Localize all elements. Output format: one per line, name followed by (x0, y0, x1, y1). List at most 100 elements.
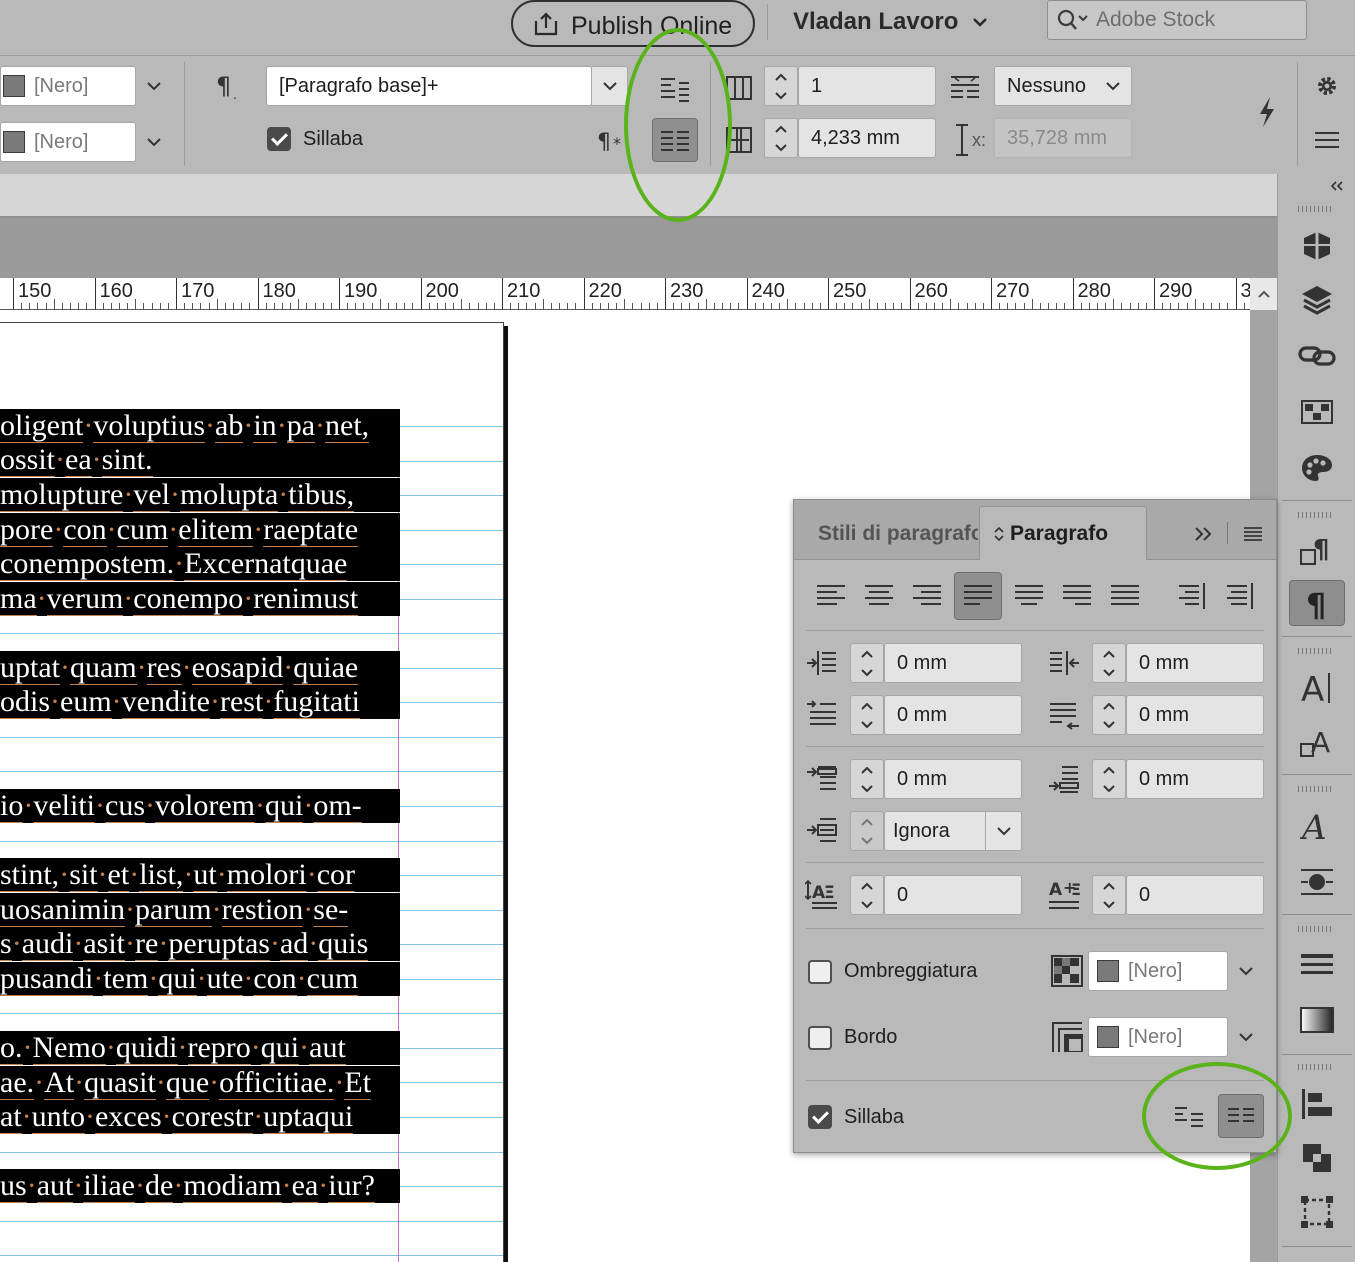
align-away-spine-icon[interactable] (1222, 576, 1256, 616)
paragraph-style-dropdown[interactable] (592, 66, 628, 106)
text-line[interactable]: io·veliti·cus·volorem·qui·om- (0, 789, 400, 823)
text-line[interactable]: at·unto·exces·corestr·uptaqui (0, 1100, 400, 1134)
text-wrap-icon[interactable] (1295, 862, 1339, 902)
horizontal-ruler[interactable]: 150 160 170 180 190 200 210 220 230 240 250 260 270 2… (0, 278, 1250, 310)
shading-color-dropdown[interactable] (1228, 951, 1264, 991)
swatches-icon[interactable] (1295, 392, 1339, 432)
stroke-icon[interactable] (1295, 946, 1339, 986)
align-to-grid-select[interactable]: Ignora (884, 811, 1022, 851)
dock-grip[interactable] (1298, 1064, 1334, 1070)
paragraph-style-field[interactable]: [Paragrafo base]+ (266, 66, 592, 106)
gear-icon[interactable] (1310, 68, 1344, 104)
drop-cap-chars-stepper[interactable] (1092, 875, 1126, 915)
text-line[interactable]: ossit·ea·sint. (0, 443, 400, 477)
text-line[interactable]: ma·verum·conempo·renimust (0, 582, 400, 616)
columns-input[interactable]: 1 (798, 66, 936, 106)
justify-all-icon[interactable] (1108, 576, 1142, 616)
right-indent-input[interactable]: 0 mm (1126, 643, 1264, 683)
align-center-icon[interactable] (862, 576, 896, 616)
gutter-input[interactable]: 4,233 mm (798, 118, 936, 158)
text-line[interactable]: molupture·vel·molupta·tibus, (0, 478, 400, 512)
drop-cap-lines-stepper[interactable] (850, 875, 884, 915)
paragraph-styles-icon[interactable]: ¶ (1295, 530, 1339, 570)
justify-left-icon[interactable] (954, 572, 1002, 620)
left-indent-stepper[interactable] (850, 643, 884, 683)
first-line-indent-input[interactable]: 0 mm (884, 695, 1022, 735)
glyphs-icon[interactable]: A (1295, 806, 1339, 846)
stroke-color-field[interactable]: [Nero] (0, 122, 136, 162)
align-towards-spine-icon[interactable] (1174, 576, 1208, 616)
transform-icon[interactable] (1295, 1192, 1339, 1232)
border-settings-icon[interactable] (1050, 1020, 1084, 1054)
columns-stepper[interactable] (764, 66, 798, 106)
expand-panel-icon[interactable] (1190, 520, 1216, 548)
quick-apply-icon[interactable] (1250, 92, 1284, 132)
justify-right-icon[interactable] (1060, 576, 1094, 616)
dock-grip[interactable] (1298, 206, 1334, 212)
text-line[interactable]: conempostem.·Excernatquae (0, 547, 400, 581)
text-line[interactable]: odis·eum·vendite·rest·fugitati (0, 685, 400, 719)
panel-hyphenate-checkbox[interactable] (808, 1105, 832, 1129)
panel-options-menu-icon[interactable] (1240, 520, 1266, 548)
pages-icon[interactable] (1295, 226, 1339, 266)
fill-color-field[interactable]: [Nero] (0, 66, 136, 106)
hyphenate-checkbox[interactable] (267, 127, 291, 151)
color-palette-icon[interactable] (1295, 448, 1339, 488)
align-left-icon[interactable] (814, 576, 848, 616)
text-line[interactable]: pusandi·tem·qui·ute·con·cum (0, 962, 400, 996)
border-color-field[interactable]: [Nero] (1088, 1017, 1228, 1057)
collapse-dock-icon[interactable] (1324, 176, 1350, 196)
text-line[interactable]: pore·con·cum·elitem·raeptate (0, 513, 400, 547)
paragraph-icon[interactable]: ¶ (1289, 580, 1345, 626)
space-after-input[interactable]: 0 mm (1126, 759, 1264, 799)
text-line[interactable]: ae.·At·quasit·que·officitiae.·Et (0, 1066, 400, 1100)
fill-color-dropdown[interactable] (136, 66, 172, 106)
align-right-icon[interactable] (910, 576, 944, 616)
stroke-color-dropdown[interactable] (136, 122, 172, 162)
border-color-dropdown[interactable] (1228, 1017, 1264, 1057)
drop-cap-lines-input[interactable]: 0 (884, 875, 1022, 915)
character-styles-icon[interactable]: A (1295, 722, 1339, 762)
text-line[interactable]: stint,·sit·et·list,·ut·molori·cor (0, 858, 400, 892)
shading-settings-icon[interactable] (1050, 954, 1084, 988)
text-line[interactable]: us·aut·iliae·de·modiam·ea·iur? (0, 1169, 400, 1203)
first-line-indent-stepper[interactable] (850, 695, 884, 735)
justify-center-icon[interactable] (1012, 576, 1046, 616)
text-line[interactable]: s·audi·asit·re·peruptas·ad·quis (0, 927, 400, 961)
stock-search-input[interactable]: Adobe Stock (1047, 0, 1307, 40)
text-line[interactable]: oligent·voluptius·ab·in·pa·net, (0, 409, 400, 443)
character-icon[interactable]: A (1295, 668, 1339, 708)
last-line-indent-stepper[interactable] (1092, 695, 1126, 735)
dock-grip[interactable] (1298, 926, 1334, 932)
right-indent-stepper[interactable] (1092, 643, 1126, 683)
shading-checkbox[interactable] (808, 960, 832, 984)
dock-grip[interactable] (1298, 786, 1334, 792)
text-line[interactable]: o.·Nemo·quidi·repro·qui·aut (0, 1031, 400, 1065)
pathfinder-icon[interactable] (1295, 1138, 1339, 1178)
workspace-switcher[interactable]: Vladan Lavoro (793, 4, 988, 40)
tab-paragraph[interactable]: Paragrafo (979, 506, 1147, 560)
space-before-input[interactable]: 0 mm (884, 759, 1022, 799)
shading-color-field[interactable]: [Nero] (1088, 951, 1228, 991)
left-indent-input[interactable]: 0 mm (884, 643, 1022, 683)
tab-paragraph-styles[interactable]: Stili di paragrafo (818, 522, 978, 546)
dock-grip[interactable] (1298, 512, 1334, 518)
publish-online-button[interactable]: Publish Online (511, 0, 755, 47)
text-line[interactable]: uosanimin·parum·restion·se- (0, 893, 400, 927)
gradient-icon[interactable] (1295, 1000, 1339, 1040)
space-before-stepper[interactable] (850, 759, 884, 799)
text-line[interactable]: uptat·quam·res·eosapid·quiae (0, 651, 400, 685)
layers-icon[interactable] (1295, 280, 1339, 320)
span-columns-select[interactable]: Nessuno (994, 66, 1132, 106)
align-icon[interactable] (1295, 1084, 1339, 1124)
ruler-minor-tick (1113, 299, 1115, 309)
drop-cap-chars-input[interactable]: 0 (1126, 875, 1264, 915)
space-after-stepper[interactable] (1092, 759, 1126, 799)
dock-grip[interactable] (1298, 648, 1334, 654)
links-icon[interactable] (1295, 336, 1339, 376)
last-line-indent-input[interactable]: 0 mm (1126, 695, 1264, 735)
scroll-up-button[interactable] (1250, 278, 1277, 310)
border-checkbox[interactable] (808, 1026, 832, 1050)
gutter-stepper[interactable] (764, 118, 798, 158)
panel-menu-icon[interactable] (1310, 122, 1344, 158)
